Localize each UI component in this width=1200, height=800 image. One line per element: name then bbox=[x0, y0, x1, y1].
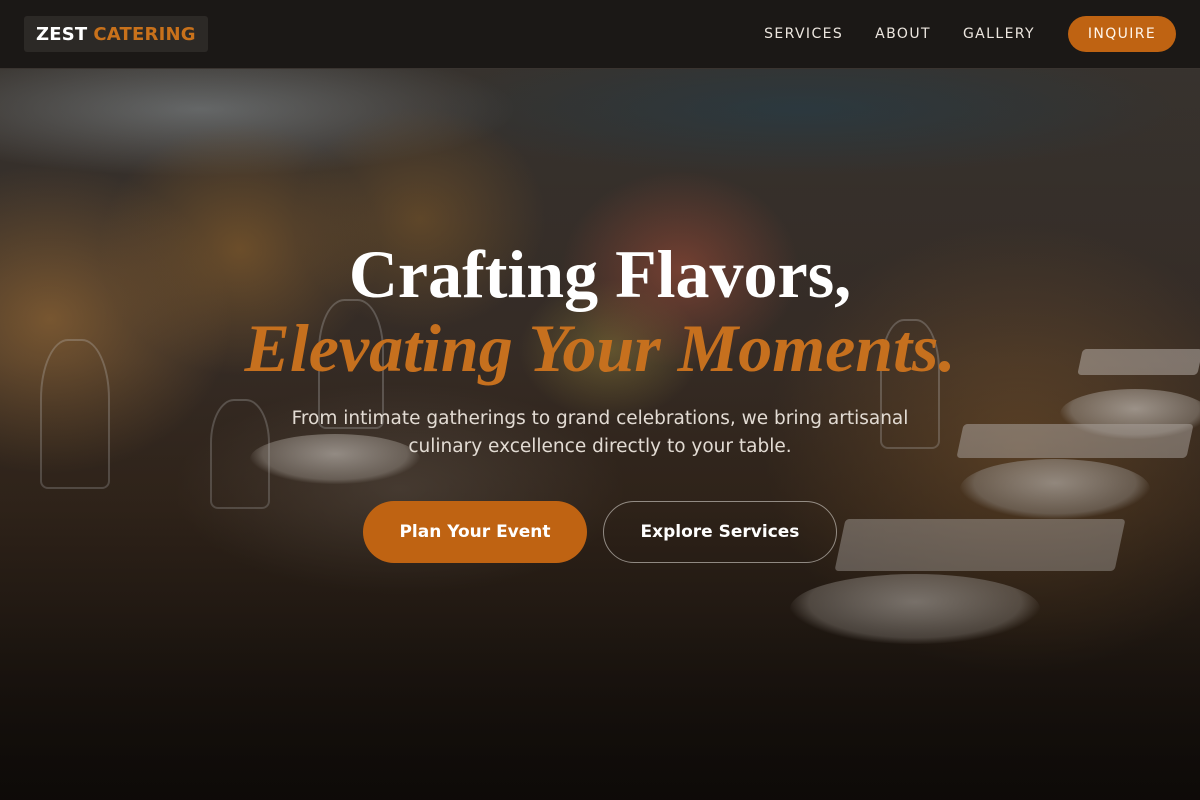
top-navbar: ZEST CATERING SERVICES ABOUT GALLERY INQ… bbox=[0, 0, 1200, 69]
plan-event-button[interactable]: Plan Your Event bbox=[363, 501, 587, 563]
nav-links: SERVICES ABOUT GALLERY INQUIRE bbox=[732, 16, 1176, 52]
nav-link-services[interactable]: SERVICES bbox=[764, 26, 843, 42]
hero-subtitle: From intimate gatherings to grand celebr… bbox=[291, 408, 909, 457]
brand-name-part2: CATERING bbox=[93, 23, 196, 45]
nav-link-about[interactable]: ABOUT bbox=[875, 26, 931, 42]
explore-services-button[interactable]: Explore Services bbox=[603, 501, 837, 563]
brand-logo[interactable]: ZEST CATERING bbox=[24, 16, 208, 52]
brand-name-part1: ZEST bbox=[36, 23, 88, 45]
inquire-button[interactable]: INQUIRE bbox=[1068, 16, 1176, 52]
nav-link-gallery[interactable]: GALLERY bbox=[963, 26, 1035, 42]
hero-headline-line2: Elevating Your Moments. bbox=[244, 310, 956, 386]
hero-headline-line1: Crafting Flavors, bbox=[348, 236, 852, 312]
